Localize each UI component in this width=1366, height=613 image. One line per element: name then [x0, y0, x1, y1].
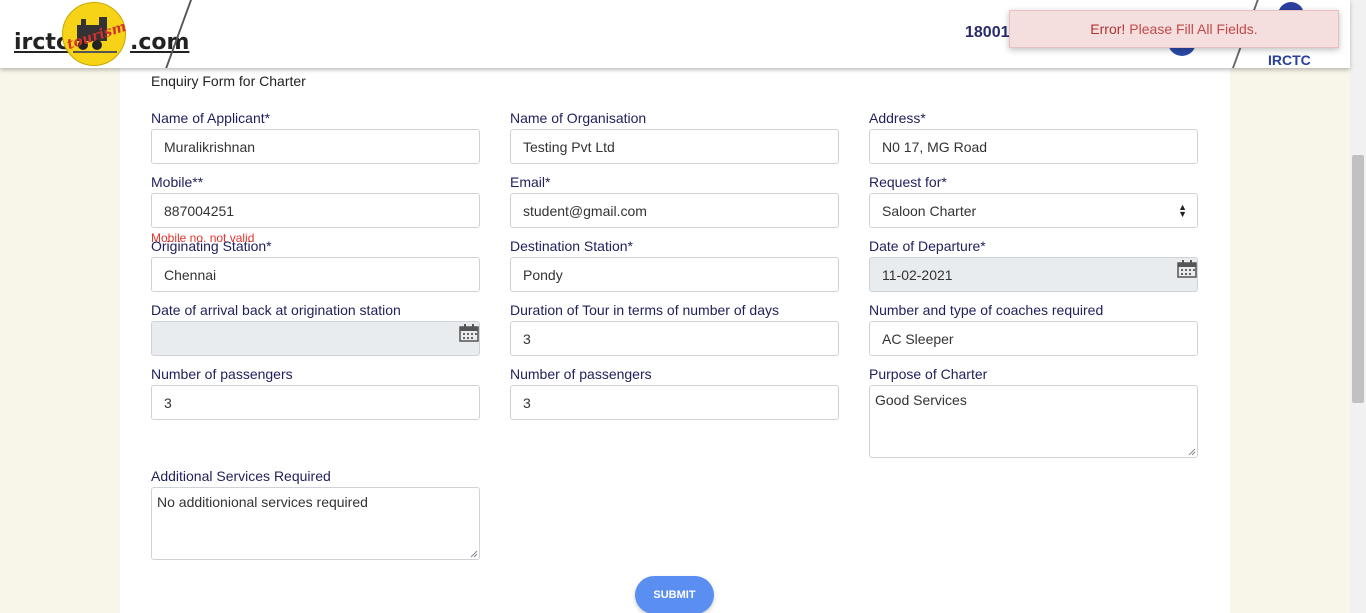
arrival-back-label: Date of arrival back at origination stat… — [151, 302, 401, 318]
logo-text-left: irctc — [14, 30, 69, 55]
email-value: student@gmail.com — [523, 202, 647, 219]
duration-input[interactable]: 3 — [510, 321, 839, 356]
resize-handle-icon[interactable] — [470, 550, 478, 558]
request-for-label: Request for* — [869, 174, 947, 190]
coaches-value: AC Sleeper — [882, 330, 954, 347]
passengers-input[interactable]: 3 — [151, 385, 480, 420]
request-for-select[interactable]: Saloon Charter ▲ ▼ — [869, 193, 1198, 228]
submit-button[interactable]: SUBMIT — [635, 576, 714, 613]
organisation-input[interactable]: Testing Pvt Ltd — [510, 129, 839, 164]
request-for-value: Saloon Charter — [882, 202, 977, 219]
passengers-2-label: Number of passengers — [510, 366, 652, 382]
toast-strong: Error! — [1090, 21, 1126, 37]
calendar-icon[interactable] — [459, 324, 479, 342]
passengers-2-input[interactable]: 3 — [510, 385, 839, 420]
purpose-label: Purpose of Charter — [869, 366, 988, 382]
departure-date-input[interactable]: 11-02-2021 — [869, 257, 1198, 292]
email-input[interactable]: student@gmail.com — [510, 193, 839, 228]
applicant-label: Name of Applicant* — [151, 110, 271, 126]
origin-input[interactable]: Chennai — [151, 257, 480, 292]
address-label: Address* — [869, 110, 926, 126]
organisation-value: Testing Pvt Ltd — [523, 138, 615, 155]
passengers-value: 3 — [164, 394, 172, 411]
coaches-input[interactable]: AC Sleeper — [869, 321, 1198, 356]
mobile-input[interactable]: 887004251 — [151, 193, 480, 228]
address-value: N0 17, MG Road — [882, 138, 988, 155]
passengers-2-value: 3 — [523, 394, 531, 411]
destination-value: Pondy — [523, 266, 563, 283]
resize-handle-icon[interactable] — [1188, 448, 1196, 456]
email-label: Email* — [510, 174, 551, 190]
departure-label: Date of Departure* — [869, 238, 986, 254]
additional-value: No additionional services required — [157, 494, 368, 510]
coaches-label: Number and type of coaches required — [869, 302, 1104, 318]
logo-text-right: .com — [130, 30, 190, 55]
purpose-textarea[interactable]: Good Services — [869, 385, 1198, 458]
select-arrows-icon: ▲ ▼ — [1178, 202, 1187, 219]
destination-label: Destination Station* — [510, 238, 633, 254]
irctc-tourism-logo[interactable]: irctc tourism .com — [0, 0, 220, 68]
additional-label: Additional Services Required — [151, 468, 331, 484]
address-input[interactable]: N0 17, MG Road — [869, 129, 1198, 164]
additional-textarea[interactable]: No additionional services required — [151, 487, 480, 560]
departure-value: 11-02-2021 — [882, 266, 953, 283]
calendar-icon[interactable] — [1177, 260, 1197, 278]
error-toast[interactable]: Error! Please Fill All Fields. — [1009, 10, 1339, 48]
mobile-label: Mobile** — [151, 174, 204, 190]
irctc-brand-text: IRCTC — [1268, 52, 1311, 68]
organisation-label: Name of Organisation — [510, 110, 647, 126]
applicant-value: Muralikrishnan — [164, 138, 256, 155]
toast-message: Please Fill All Fields. — [1129, 21, 1258, 37]
helpline-number[interactable]: 18001 — [965, 24, 1010, 42]
passengers-label: Number of passengers — [151, 366, 293, 382]
arrival-back-date-input[interactable] — [151, 321, 480, 356]
origin-value: Chennai — [164, 266, 217, 283]
form-title: Enquiry Form for Charter — [151, 73, 306, 89]
destination-input[interactable]: Pondy — [510, 257, 839, 292]
duration-value: 3 — [523, 330, 531, 347]
applicant-input[interactable]: Muralikrishnan — [151, 129, 480, 164]
mobile-value: 887004251 — [164, 202, 235, 219]
purpose-value: Good Services — [875, 392, 967, 408]
scrollbar-thumb[interactable] — [1352, 155, 1364, 403]
duration-label: Duration of Tour in terms of number of d… — [510, 302, 779, 318]
mobile-error-message: Mobile no. not valid — [151, 231, 255, 245]
